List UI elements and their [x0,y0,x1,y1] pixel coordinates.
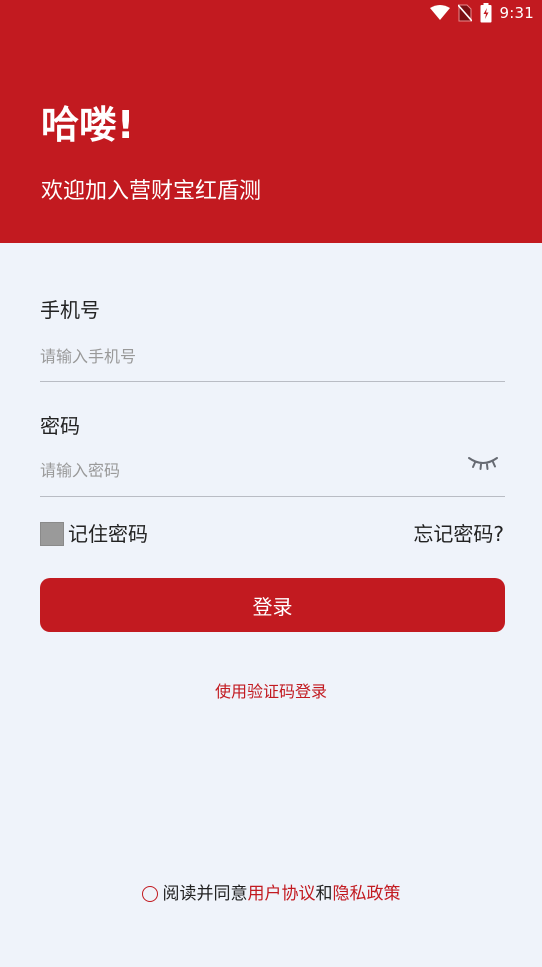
password-label: 密码 [40,414,80,438]
forgot-password-link[interactable]: 忘记密码? [413,520,504,548]
user-agreement-link[interactable]: 用户协议 [248,882,316,906]
eye-closed-icon[interactable] [466,452,500,472]
agreement-and: 和 [315,884,333,904]
login-button[interactable]: 登录 [40,578,505,632]
agreement-prefix: 阅读并同意 [162,884,248,904]
phone-input[interactable] [40,341,470,371]
phone-divider [40,381,505,382]
phone-label: 手机号 [40,298,100,322]
battery-charging-icon [480,3,492,23]
wifi-icon [429,5,450,21]
status-icons: 9:31 [429,2,534,24]
remember-checkbox[interactable] [40,522,64,546]
header-banner: 9:31 哈喽! 欢迎加入营财宝红盾测 [0,0,542,243]
password-divider [40,496,505,497]
privacy-policy-link[interactable]: 隐私政策 [333,882,401,906]
status-bar: 9:31 [0,0,542,26]
sms-code-login-link[interactable]: 使用验证码登录 [0,681,542,703]
no-sim-icon [457,4,472,22]
welcome-subtitle: 欢迎加入营财宝红盾测 [41,179,262,204]
remember-password-label: 记住密码 [68,522,148,546]
greeting-title: 哈喽! [41,103,135,147]
password-input[interactable] [40,455,450,485]
status-time: 9:31 [499,4,534,22]
agreement-row: 阅读并同意 用户协议 和 隐私政策 [0,882,542,906]
agreement-radio[interactable] [141,886,158,902]
remember-password-toggle[interactable]: 记住密码 [40,520,148,548]
